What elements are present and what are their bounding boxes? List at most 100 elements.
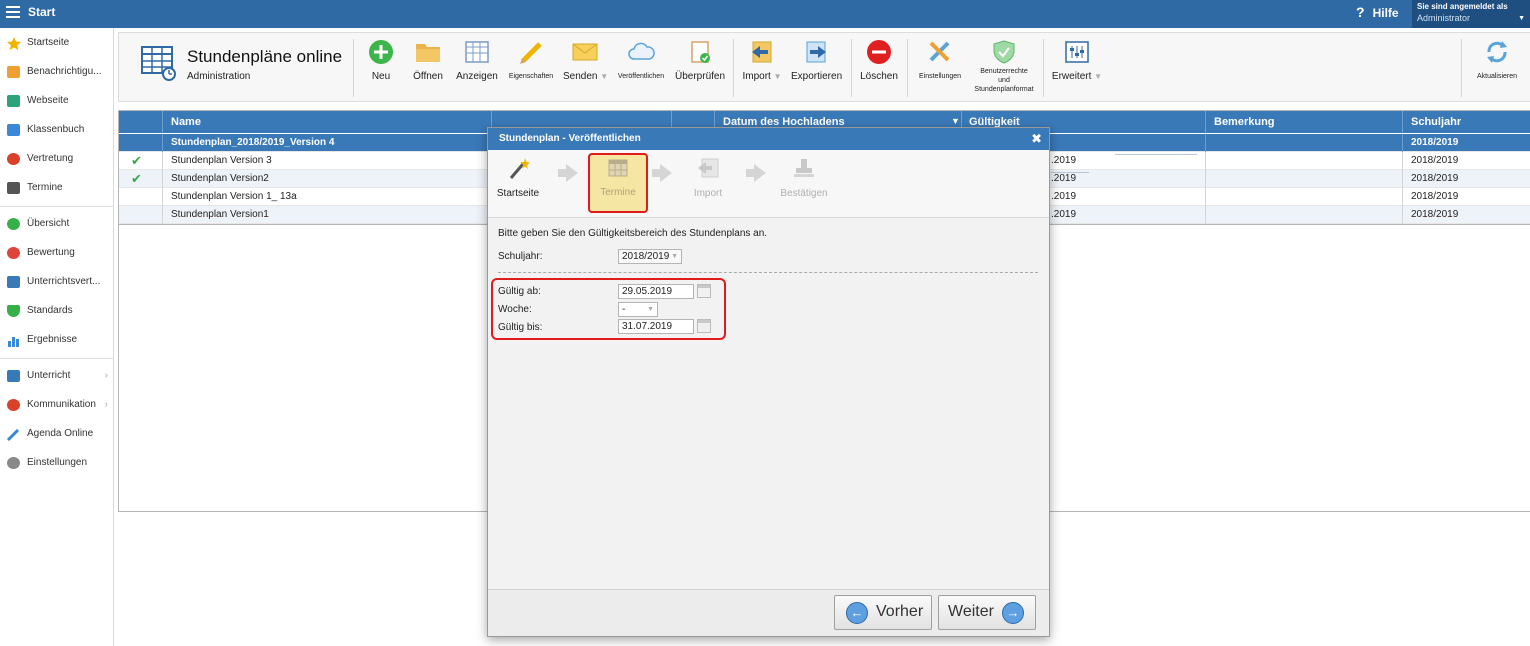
gueltig-bis-field[interactable]: 31.07.2019 (618, 319, 711, 334)
sidebar-item-termine[interactable]: Termine (0, 177, 114, 199)
schuljahr-select[interactable]: 2018/2019 ▼ (618, 249, 682, 264)
user-menu[interactable]: Sie sind angemeldet als Administrator ▼ (1412, 0, 1530, 28)
close-icon[interactable]: ✖ (1031, 131, 1042, 147)
sidebar-item-label: Standards (27, 305, 73, 316)
sidebar-item-vertretung[interactable]: Vertretung (0, 148, 114, 170)
sidebar-item-kommunikation[interactable]: Kommunikation › (0, 394, 114, 416)
row-gueltigkeit: .2019 (1051, 191, 1077, 202)
calendar-icon[interactable] (697, 319, 711, 333)
advanced-button[interactable]: Erweitert ▼ (1051, 39, 1103, 95)
woche-value: - (622, 304, 626, 315)
export-button[interactable]: Exportieren (791, 39, 843, 95)
top-bar: Start ? Hilfe Sie sind angemeldet als Adm… (0, 0, 1530, 28)
shield-check-icon (990, 39, 1018, 65)
sidebar-item-unterricht[interactable]: Unterricht › (0, 365, 114, 387)
sidebar-item-uebersicht[interactable]: Übersicht (0, 213, 114, 235)
sidebar-item-label: Übersicht (27, 218, 70, 229)
permissions-label-line3: Stundenplanformat (974, 86, 1034, 93)
magic-wand-icon (504, 156, 532, 180)
prev-button[interactable]: ← Vorher (834, 595, 932, 630)
properties-button[interactable]: Eigenschaften (507, 39, 555, 95)
wizard-step-label: Startseite (496, 188, 540, 199)
chevron-down-icon: ▼ (647, 306, 654, 313)
folder-icon (414, 39, 442, 65)
sidebar-item-agenda-online[interactable]: Agenda Online (0, 423, 114, 445)
chat-icon (7, 399, 20, 411)
delete-button[interactable]: Löschen (859, 39, 899, 95)
open-button[interactable]: Öffnen (409, 39, 447, 95)
gueltig-bis-label: Gültig bis: (498, 322, 543, 333)
woche-select[interactable]: - ▼ (618, 302, 658, 317)
sidebar-item-klassenbuch[interactable]: Klassenbuch (0, 119, 114, 141)
chevron-right-icon: › (104, 399, 108, 410)
column-separator (1205, 152, 1206, 170)
column-separator (1205, 111, 1206, 133)
column-header-bemerkung[interactable]: Bemerkung (1214, 116, 1275, 128)
wizard-step-import[interactable]: Import (678, 156, 738, 199)
gueltig-ab-value: 29.05.2019 (622, 286, 673, 297)
star-icon (7, 37, 21, 50)
sidebar-item-einstellungen[interactable]: Einstellungen (0, 452, 114, 474)
hamburger-menu-icon[interactable] (6, 6, 20, 18)
pencil-icon (517, 39, 545, 65)
permissions-button[interactable]: Benutzerrechte und Stundenplanformat (971, 39, 1037, 95)
check-button[interactable]: Überprüfen (675, 39, 725, 95)
import-icon (694, 156, 722, 180)
sidebar-item-label: Bewertung (27, 247, 75, 258)
advanced-button-label: Erweitert (1051, 71, 1092, 82)
next-button[interactable]: Weiter → (938, 595, 1036, 630)
app-title[interactable]: Start (28, 5, 55, 19)
step-arrow-icon (652, 164, 672, 182)
permissions-label-line1: Benutzerrechte (980, 68, 1028, 75)
dialog-footer: ← Vorher Weiter → (488, 589, 1049, 636)
column-separator (162, 111, 163, 133)
book-icon (7, 124, 20, 136)
sidebar-item-benachrichtigungen[interactable]: Benachrichtigu... (0, 61, 114, 83)
wizard-step-termine[interactable]: Termine (588, 153, 648, 213)
gueltig-ab-field[interactable]: 29.05.2019 (618, 284, 711, 299)
toolbar-divider (1461, 39, 1462, 97)
settings-button[interactable]: Einstellungen (915, 39, 965, 95)
sidebar: Startseite Benachrichtigu... Webseite Kl… (0, 28, 114, 646)
help-link[interactable]: ? Hilfe (1356, 4, 1399, 20)
publish-button[interactable]: Veröffentlichen (615, 39, 667, 95)
sidebar-item-ergebnisse[interactable]: Ergebnisse (0, 329, 114, 351)
sidebar-item-label: Unterricht (27, 370, 71, 381)
chevron-down-icon: ▼ (1518, 15, 1525, 22)
row-name: Stundenplan Version 1_ 13a (171, 191, 297, 202)
column-separator (1402, 188, 1403, 206)
step-arrow-icon (746, 164, 766, 182)
ribbon-toolbar: Stundenpläne online Administration Neu Ö… (118, 32, 1530, 102)
view-button[interactable]: Anzeigen (455, 39, 499, 95)
sidebar-item-label: Agenda Online (27, 428, 94, 439)
import-button[interactable]: Import ▼ (741, 39, 783, 95)
column-header-name[interactable]: Name (171, 116, 201, 128)
wizard-step-startseite[interactable]: Startseite (488, 156, 548, 199)
sidebar-item-standards[interactable]: Standards (0, 300, 114, 322)
refresh-button[interactable]: Aktualisieren (1471, 39, 1523, 95)
wizard-step-bestaetigen[interactable]: Bestätigen (774, 156, 834, 199)
chevron-right-icon: › (104, 370, 108, 381)
column-separator (1402, 111, 1403, 133)
column-header-schuljahr[interactable]: Schuljahr (1411, 116, 1461, 128)
sidebar-item-webseite[interactable]: Webseite (0, 90, 114, 112)
row-gueltigkeit: .2019 (1051, 173, 1077, 184)
new-button[interactable]: Neu (365, 39, 397, 95)
help-label: Hilfe (1372, 6, 1399, 20)
sidebar-item-label: Unterrichtsvert... (27, 276, 101, 287)
rating-icon (7, 247, 20, 259)
refresh-icon (1483, 39, 1511, 65)
sidebar-item-bewertung[interactable]: Bewertung (0, 242, 114, 264)
sidebar-item-startseite[interactable]: Startseite (0, 32, 114, 54)
column-separator (162, 206, 163, 224)
gueltig-ab-label: Gültig ab: (498, 286, 541, 297)
export-button-label: Exportieren (791, 71, 843, 82)
calendar-icon[interactable] (697, 284, 711, 298)
sidebar-divider (0, 206, 114, 207)
send-button[interactable]: Senden ▼ (563, 39, 608, 95)
toolbar-divider (851, 39, 852, 97)
sidebar-item-unterrichtsverteilung[interactable]: Unterrichtsvert... (0, 271, 114, 293)
sidebar-item-label: Klassenbuch (27, 124, 85, 135)
chevron-down-icon: ▼ (671, 253, 678, 260)
sort-desc-icon[interactable]: ▼ (951, 116, 960, 126)
